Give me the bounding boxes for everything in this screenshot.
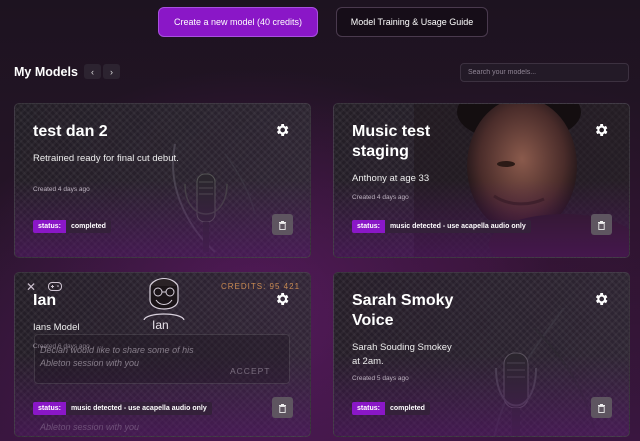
status-key: status: xyxy=(33,220,66,233)
training-guide-button[interactable]: Model Training & Usage Guide xyxy=(336,7,488,37)
status-value: music detected - use acapella audio only xyxy=(65,402,212,415)
delete-button[interactable] xyxy=(272,214,293,235)
delete-button[interactable] xyxy=(591,214,612,235)
status-value: music detected - use acapella audio only xyxy=(384,220,531,233)
trash-icon xyxy=(279,220,286,230)
card-title: Music test staging xyxy=(352,123,431,160)
create-model-button[interactable]: Create a new model (40 credits) xyxy=(158,7,318,37)
pager: ‹ › xyxy=(84,64,120,79)
section-title: My Models xyxy=(14,65,78,79)
search-input[interactable] xyxy=(460,63,629,82)
model-card[interactable]: Sarah Smoky Voice Sarah Souding Smokey a… xyxy=(333,272,630,437)
status-key: status: xyxy=(352,402,385,415)
card-created: Created 4 days ago xyxy=(33,186,90,193)
card-title: Ian xyxy=(33,292,57,309)
card-created: Created 6 days ago xyxy=(33,343,90,350)
model-card[interactable]: Ian Ians Model Created 6 days ago status… xyxy=(14,272,311,437)
card-title: Sarah Smoky Voice xyxy=(352,292,454,329)
chevron-right-icon[interactable]: › xyxy=(103,64,120,79)
status-value: completed xyxy=(384,402,430,415)
card-created: Created 5 days ago xyxy=(352,375,409,382)
chevron-left-icon[interactable]: ‹ xyxy=(84,64,101,79)
card-description: Retrained ready for final cut debut. xyxy=(33,153,179,164)
card-description: Ians Model xyxy=(33,322,80,333)
model-card[interactable]: test dan 2 Retrained ready for final cut… xyxy=(14,103,311,258)
card-created: Created 4 days ago xyxy=(352,194,409,201)
card-description: Anthony at age 33 xyxy=(352,173,430,184)
trash-icon xyxy=(279,403,286,413)
card-title: test dan 2 xyxy=(33,123,108,140)
gear-icon[interactable] xyxy=(593,291,609,307)
trash-icon xyxy=(598,403,605,413)
status-badge: status: completed xyxy=(33,220,111,233)
model-card[interactable]: Music test staging Anthony at age 33 Cre… xyxy=(333,103,630,258)
delete-button[interactable] xyxy=(272,397,293,418)
gear-icon[interactable] xyxy=(274,291,290,307)
status-key: status: xyxy=(352,220,385,233)
status-value: completed xyxy=(65,220,111,233)
delete-button[interactable] xyxy=(591,397,612,418)
status-badge: status: completed xyxy=(352,402,430,415)
status-badge: status: music detected - use acapella au… xyxy=(352,220,531,233)
status-badge: status: music detected - use acapella au… xyxy=(33,402,212,415)
top-actions: Create a new model (40 credits) Model Tr… xyxy=(0,7,640,37)
gear-icon[interactable] xyxy=(274,122,290,138)
trash-icon xyxy=(598,220,605,230)
status-key: status: xyxy=(33,402,66,415)
card-description: Sarah Souding Smokey at 2am. xyxy=(352,342,452,367)
gear-icon[interactable] xyxy=(593,122,609,138)
